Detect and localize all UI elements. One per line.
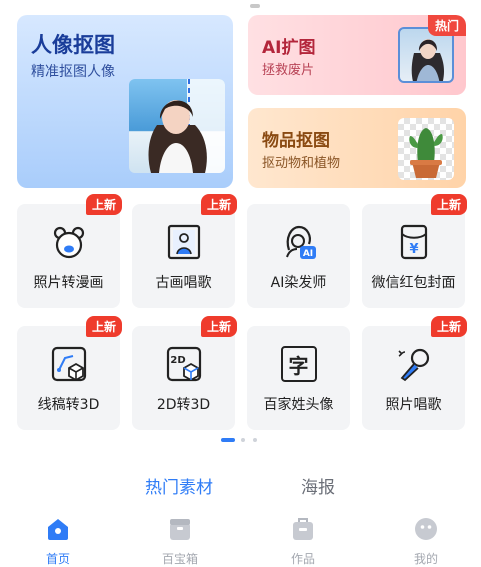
tool-surname-avatar[interactable]: 字 百家姓头像 (247, 326, 350, 430)
bottom-navigation: 首页 百宝箱 作品 我的 (0, 508, 481, 567)
content-tabs: 热门素材 海报 (0, 473, 481, 499)
tool-ai-hair-dye[interactable]: AI AI染发师 (247, 204, 350, 308)
framed-portrait-icon (167, 224, 200, 260)
tool-ancient-painting-sing[interactable]: 古画唱歌 上新 (132, 194, 237, 308)
nav-home[interactable]: 首页 (18, 508, 98, 567)
tool-label: 线稿转3D (37, 397, 100, 413)
object-cutout-subtitle: 抠动物和植物 (262, 156, 341, 171)
tool-label: 照片转漫画 (33, 275, 104, 291)
tool-2d-to-3d[interactable]: 2D 2D转3D 上新 (132, 316, 237, 430)
nav-label: 百宝箱 (161, 552, 198, 566)
nav-label: 作品 (290, 552, 315, 566)
new-badge: 上新 (200, 316, 237, 337)
tool-sketch-to-3d[interactable]: 线稿转3D 上新 (17, 316, 122, 430)
page-dot (253, 438, 257, 442)
works-icon (293, 518, 313, 540)
portrait-cutout-card[interactable]: 人像抠图 精准抠图人像 (17, 15, 233, 188)
svg-text:AI: AI (302, 249, 312, 259)
toolbox-icon (170, 519, 190, 540)
tool-label: 照片唱歌 (385, 397, 442, 413)
profile-icon (415, 518, 437, 540)
tool-wechat-red-envelope[interactable]: ¥ 微信红包封面 上新 (362, 194, 467, 308)
ai-expand-title: AI扩图 (262, 38, 316, 58)
nav-profile[interactable]: 我的 (386, 508, 466, 567)
tool-label: AI染发师 (270, 275, 327, 291)
2d-to-3d-icon: 2D (166, 346, 201, 382)
portrait-sample-image (129, 79, 225, 173)
surname-character-glyph: 字 (288, 353, 309, 378)
microphone-icon (397, 348, 429, 382)
svg-text:¥: ¥ (409, 242, 418, 257)
cactus-sample-image (398, 118, 454, 180)
nav-label: 首页 (45, 552, 70, 566)
tool-label: 古画唱歌 (155, 275, 212, 291)
tool-photo-sing[interactable]: 照片唱歌 上新 (362, 316, 467, 430)
top-drag-handle[interactable] (250, 4, 260, 8)
object-cutout-title: 物品抠图 (262, 131, 330, 151)
nav-works[interactable]: 作品 (263, 508, 343, 567)
tab-hot-materials[interactable]: 热门素材 (145, 473, 213, 498)
ai-expand-subtitle: 拯救废片 (262, 63, 315, 78)
red-envelope-icon: ¥ (400, 224, 427, 260)
page-dot (241, 438, 245, 442)
bear-face-icon (53, 226, 84, 259)
tool-label: 百家姓头像 (263, 397, 334, 413)
portrait-cutout-subtitle: 精准抠图人像 (31, 64, 115, 80)
tool-label: 2D转3D (156, 397, 211, 413)
tab-posters[interactable]: 海报 (301, 473, 335, 498)
tool-label: 微信红包封面 (371, 275, 456, 291)
new-badge: 上新 (430, 194, 467, 215)
page-dot-active (221, 438, 235, 442)
nav-label: 我的 (413, 552, 438, 566)
new-badge: 上新 (85, 194, 122, 215)
tool-photo-to-comic[interactable]: 照片转漫画 上新 (17, 194, 122, 308)
object-cutout-card[interactable]: 物品抠图 抠动物和植物 (248, 108, 466, 188)
surname-character-icon: 字 (280, 346, 317, 382)
new-badge: 上新 (200, 194, 237, 215)
sketch-to-3d-icon (51, 346, 86, 382)
new-badge: 上新 (430, 316, 467, 337)
portrait-cutout-title: 人像抠图 (31, 33, 115, 57)
home-icon (48, 519, 68, 540)
ai-expand-card[interactable]: AI扩图 拯救废片 热门 (248, 15, 466, 95)
hot-badge: 热门 (427, 15, 466, 36)
new-badge: 上新 (85, 316, 122, 337)
ai-hair-icon: AI (285, 225, 316, 259)
svg-text:2D: 2D (170, 355, 185, 366)
nav-toolbox[interactable]: 百宝箱 (140, 508, 220, 567)
